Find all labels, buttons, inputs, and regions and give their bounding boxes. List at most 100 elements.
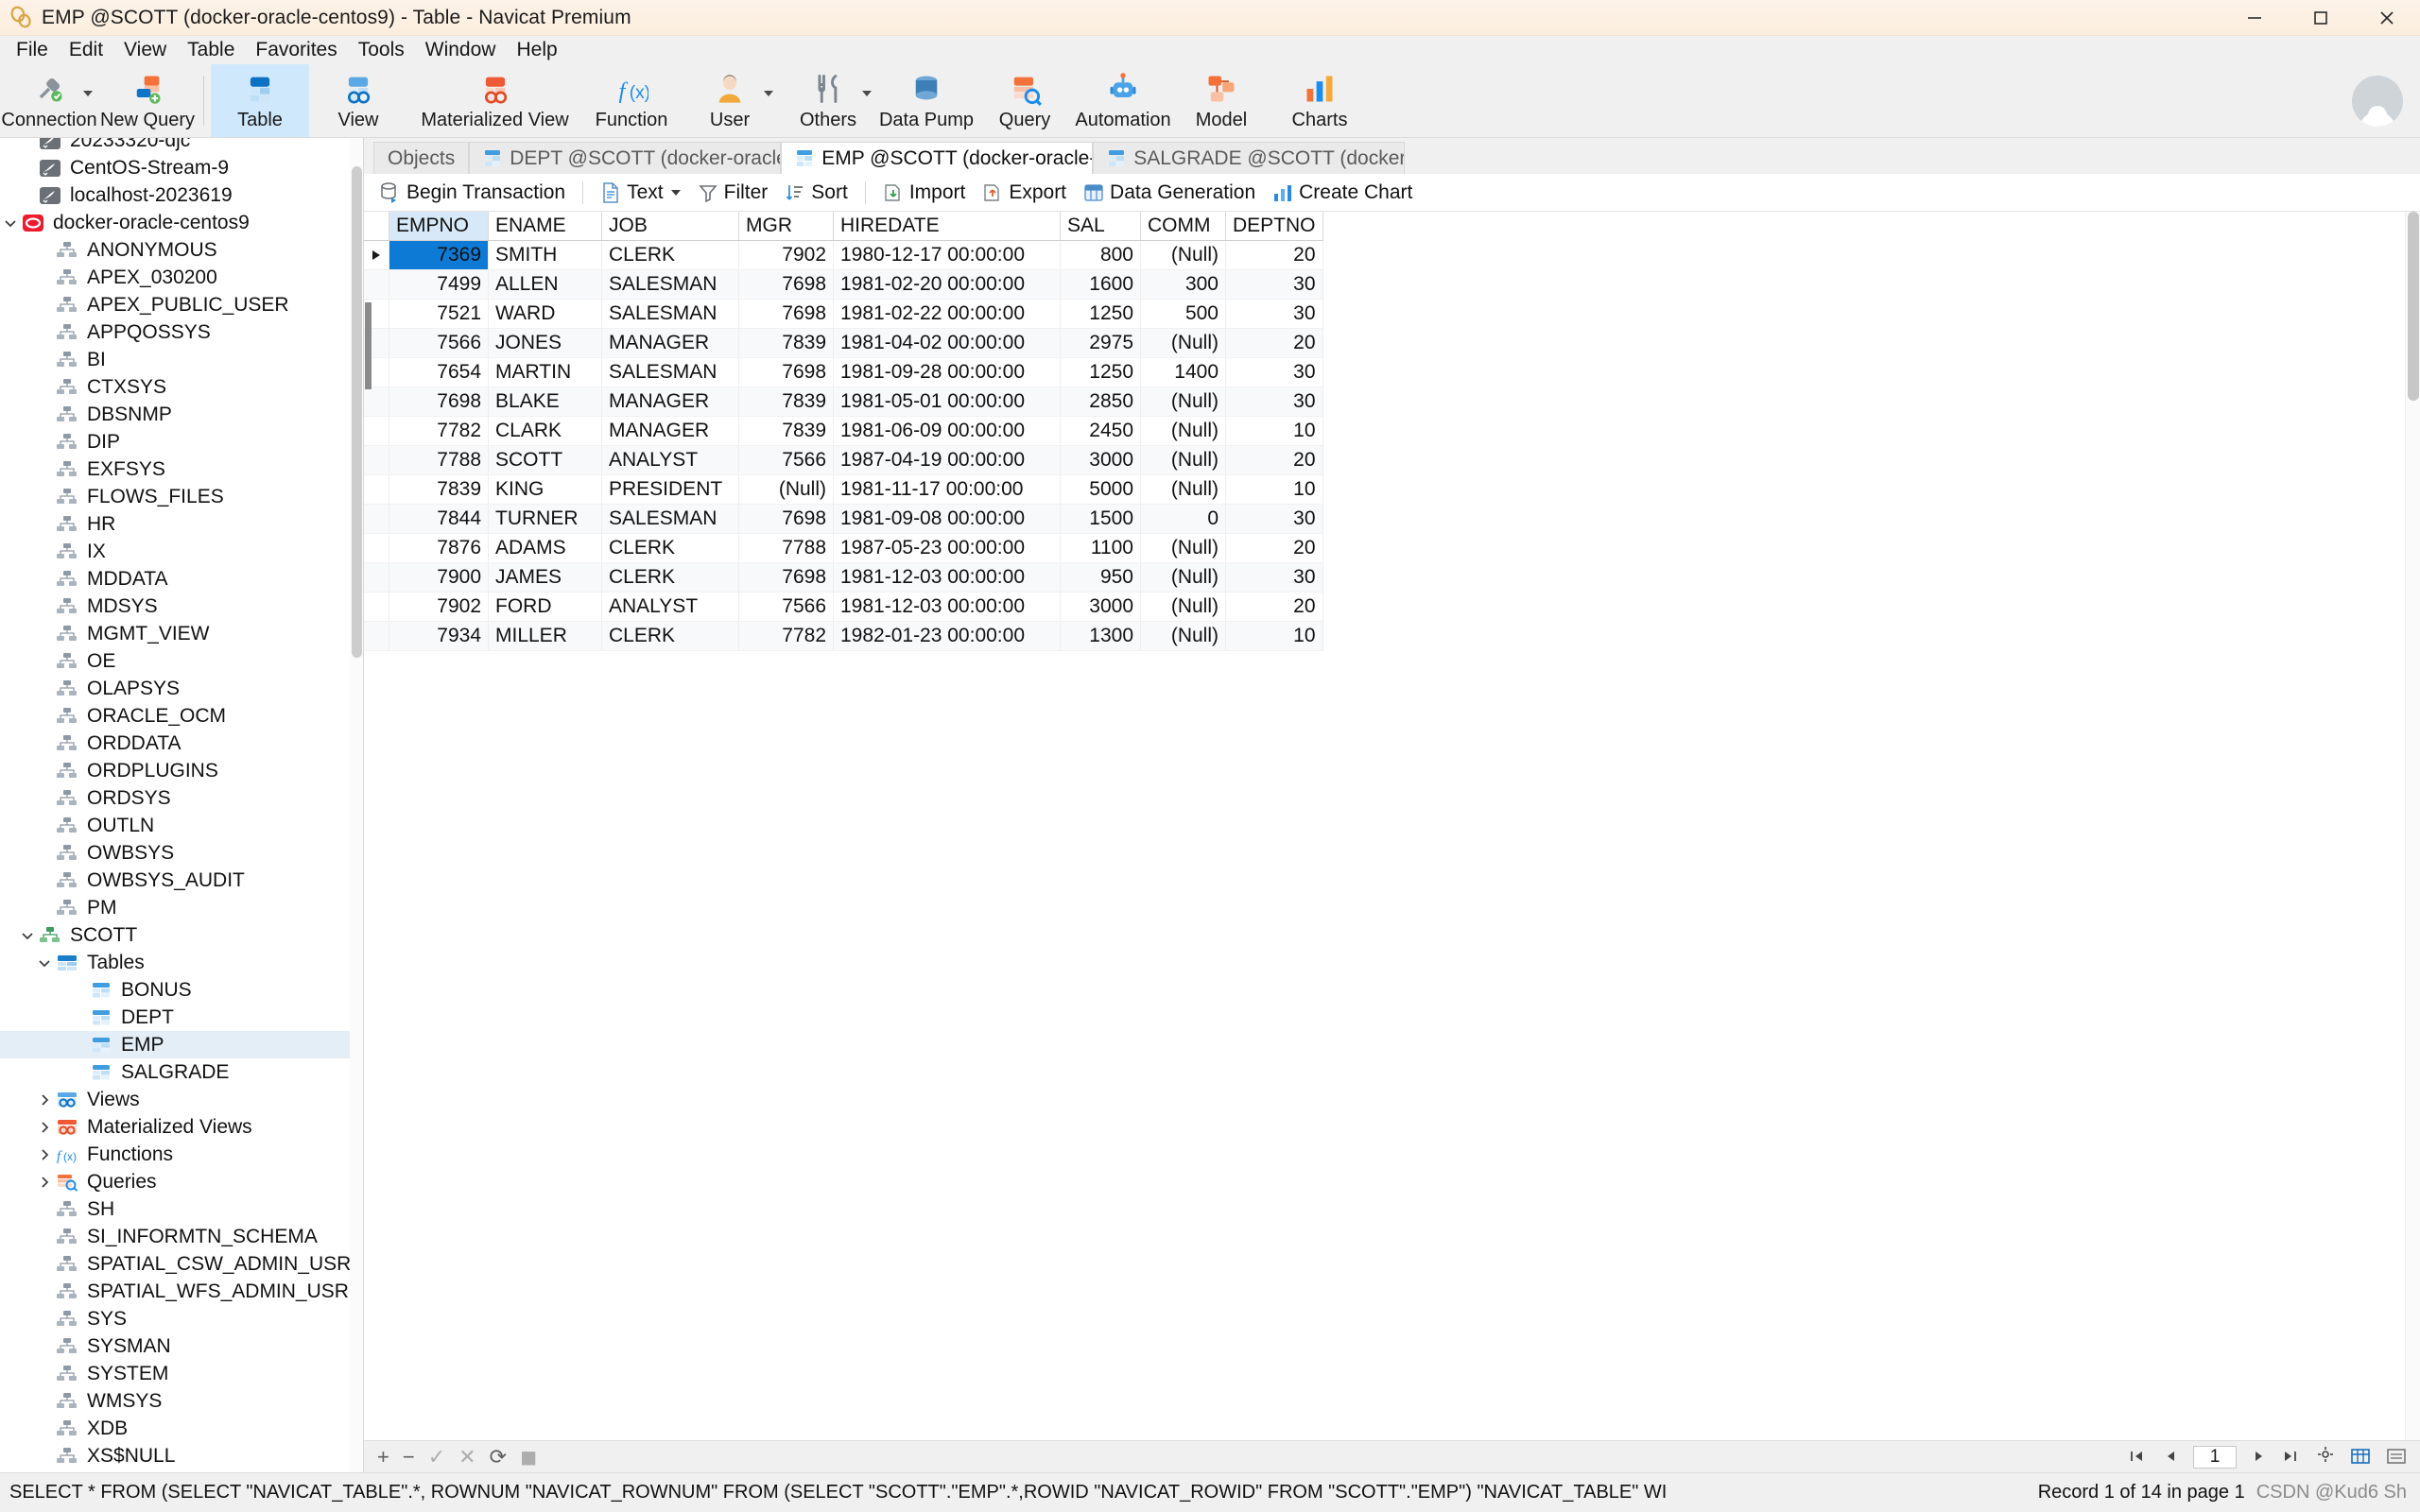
tree-item-outln[interactable]: OUTLN [0, 812, 363, 839]
cell-hiredate[interactable]: 1980-12-17 00:00:00 [833, 240, 1061, 270]
cell-deptno[interactable]: 30 [1225, 562, 1323, 593]
cell-job[interactable]: CLERK [601, 562, 739, 593]
tree-item-salgrade[interactable]: SALGRADE [0, 1058, 363, 1086]
cell-job[interactable]: CLERK [601, 621, 739, 651]
add-record-button[interactable]: + [377, 1446, 389, 1468]
cell-deptno[interactable]: 30 [1225, 299, 1323, 329]
next-page-button[interactable] [2252, 1445, 2267, 1469]
action-import[interactable]: Import [874, 179, 975, 207]
chevron-down-icon[interactable] [0, 209, 21, 236]
cell-ename[interactable]: MARTIN [488, 357, 602, 387]
editor-tab-dept[interactable]: DEPT @SCOTT (docker-oracle-cento... [469, 142, 782, 174]
cell-empno[interactable]: 7900 [389, 562, 489, 593]
menu-item-view[interactable]: View [113, 37, 177, 62]
table-row[interactable]: 7900 JAMES CLERK 7698 1981-12-03 00:00:00 950… [364, 562, 1323, 593]
table-row[interactable]: 7902 FORD ANALYST 7566 1981-12-03 00:00:00 30… [364, 592, 1323, 622]
tree-item-ix[interactable]: IX [0, 538, 363, 565]
cell-job[interactable]: SALESMAN [601, 357, 739, 387]
table-row[interactable]: 7654 MARTIN SALESMAN 7698 1981-09-28 00:00:0… [364, 357, 1323, 387]
cell-ename[interactable]: JONES [488, 328, 602, 358]
tree-item-functions[interactable]: f (x) Functions [0, 1141, 363, 1168]
tree-item-mgmt-view[interactable]: MGMT_VIEW [0, 620, 363, 647]
cell-sal[interactable]: 1250 [1060, 357, 1141, 387]
tree-item-docker-oracle-centos9[interactable]: docker-oracle-centos9 [0, 209, 363, 236]
cell-comm[interactable]: (Null) [1140, 416, 1226, 446]
grid-settings-button[interactable] [2316, 1445, 2335, 1469]
chevron-down-icon[interactable] [764, 91, 773, 96]
tree-item-mddata[interactable]: MDDATA [0, 565, 363, 593]
cell-sal[interactable]: 1600 [1060, 269, 1141, 300]
close-button[interactable] [2354, 0, 2420, 36]
cell-hiredate[interactable]: 1981-11-17 00:00:00 [833, 474, 1061, 505]
sidebar-scrollbar[interactable] [350, 138, 363, 1472]
table-row[interactable]: 7521 WARD SALESMAN 7698 1981-02-22 00:00:00 1… [364, 299, 1323, 329]
cell-job[interactable]: SALESMAN [601, 269, 739, 300]
grid-vertical-scroll-thumb[interactable] [2408, 212, 2419, 401]
cell-deptno[interactable]: 20 [1225, 445, 1323, 475]
sidebar-scroll-thumb[interactable] [352, 166, 362, 658]
cell-mgr[interactable]: 7839 [738, 387, 834, 417]
action-begin-transaction[interactable]: Begin Transaction [372, 179, 574, 207]
cell-comm[interactable]: (Null) [1140, 240, 1226, 270]
editor-tab-salgrade[interactable]: SALGRADE @SCOTT (docker-oracle-... [1093, 142, 1406, 174]
toolbar-button-function[interactable]: f (x) Function [582, 64, 681, 137]
form-view-button[interactable] [2386, 1447, 2407, 1468]
cell-mgr[interactable]: 7698 [738, 299, 834, 329]
cell-mgr[interactable]: 7788 [738, 533, 834, 563]
first-page-button[interactable] [2129, 1445, 2148, 1469]
cell-hiredate[interactable]: 1981-02-22 00:00:00 [833, 299, 1061, 329]
toolbar-button-charts[interactable]: Charts [1270, 64, 1369, 137]
cell-ename[interactable]: WARD [488, 299, 602, 329]
cell-deptno[interactable]: 30 [1225, 269, 1323, 300]
table-row[interactable]: 7369 SMITH CLERK 7902 1980-12-17 00:00:00 800… [364, 240, 1323, 270]
cell-sal[interactable]: 800 [1060, 240, 1141, 270]
tree-item-anonymous[interactable]: ANONYMOUS [0, 236, 363, 264]
cell-empno[interactable]: 7782 [389, 416, 489, 446]
tree-item-owbsys[interactable]: OWBSYS [0, 839, 363, 867]
cell-empno[interactable]: 7876 [389, 533, 489, 563]
menu-item-edit[interactable]: Edit [59, 37, 113, 62]
action-create-chart[interactable]: Create Chart [1264, 179, 1421, 207]
cell-empno[interactable]: 7934 [389, 621, 489, 651]
tree-item-emp[interactable]: EMP [0, 1031, 363, 1058]
cell-deptno[interactable]: 20 [1225, 240, 1323, 270]
cell-comm[interactable]: (Null) [1140, 445, 1226, 475]
cell-job[interactable]: PRESIDENT [601, 474, 739, 505]
tree-item-scott[interactable]: SCOTT [0, 921, 363, 949]
cell-mgr[interactable]: 7698 [738, 504, 834, 534]
cell-deptno[interactable]: 30 [1225, 504, 1323, 534]
cell-hiredate[interactable]: 1981-05-01 00:00:00 [833, 387, 1061, 417]
cell-empno[interactable]: 7369 [389, 240, 489, 270]
toolbar-button-materialized-view[interactable]: Materialized View [407, 64, 582, 137]
cell-deptno[interactable]: 10 [1225, 474, 1323, 505]
menu-item-tools[interactable]: Tools [348, 37, 415, 62]
cell-hiredate[interactable]: 1981-12-03 00:00:00 [833, 592, 1061, 622]
cell-sal[interactable]: 1300 [1060, 621, 1141, 651]
cell-mgr[interactable]: 7839 [738, 328, 834, 358]
tree-item-sysman[interactable]: SYSMAN [0, 1332, 363, 1360]
cell-mgr[interactable]: 7782 [738, 621, 834, 651]
menu-item-favorites[interactable]: Favorites [245, 37, 347, 62]
action-export[interactable]: Export [974, 179, 1075, 207]
tree-item-owbsys-audit[interactable]: OWBSYS_AUDIT [0, 867, 363, 894]
table-row[interactable]: 7499 ALLEN SALESMAN 7698 1981-02-20 00:00:00… [364, 269, 1323, 300]
column-header-comm[interactable]: COMM [1140, 212, 1226, 241]
cell-deptno[interactable]: 10 [1225, 621, 1323, 651]
tree-item-flows-files[interactable]: FLOWS_FILES [0, 483, 363, 510]
tree-item-sys[interactable]: SYS [0, 1305, 363, 1332]
tree-item-dbsnmp[interactable]: DBSNMP [0, 401, 363, 428]
data-table[interactable]: EMPNO ENAME JOB MGR HIREDATE SAL COMM DEPTNO 736… [364, 212, 1323, 651]
cell-comm[interactable]: (Null) [1140, 533, 1226, 563]
cell-sal[interactable]: 1100 [1060, 533, 1141, 563]
grid-view-button[interactable] [2350, 1447, 2371, 1468]
tree-item-tables[interactable]: Tables [0, 949, 363, 976]
cell-sal[interactable]: 2975 [1060, 328, 1141, 358]
cell-hiredate[interactable]: 1981-04-02 00:00:00 [833, 328, 1061, 358]
cell-comm[interactable]: (Null) [1140, 621, 1226, 651]
cell-sal[interactable]: 3000 [1060, 592, 1141, 622]
column-header-job[interactable]: JOB [601, 212, 739, 241]
cell-job[interactable]: ANALYST [601, 592, 739, 622]
column-header-sal[interactable]: SAL [1060, 212, 1141, 241]
cell-ename[interactable]: MILLER [488, 621, 602, 651]
toolbar-button-query[interactable]: Query [976, 64, 1074, 137]
